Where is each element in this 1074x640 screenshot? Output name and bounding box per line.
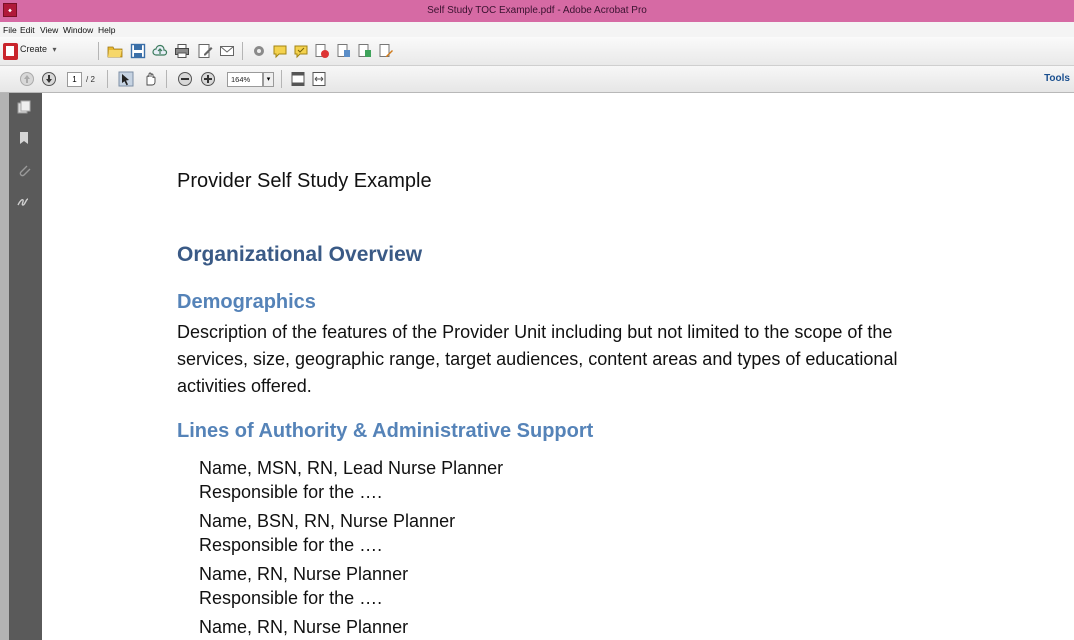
heading-organizational-overview: Organizational Overview xyxy=(177,243,423,266)
staff-entry: Name, RN, Nurse Planner Responsible for … xyxy=(199,562,408,610)
staff-role: Responsible for the …. xyxy=(199,535,383,555)
zoom-dropdown-icon[interactable]: ▾ xyxy=(263,72,274,87)
navigation-pane xyxy=(9,93,42,640)
demographics-paragraph: Description of the features of the Provi… xyxy=(177,319,1017,400)
zoom-out-icon[interactable] xyxy=(177,71,193,87)
next-page-icon[interactable] xyxy=(41,71,57,87)
document-export-icon[interactable] xyxy=(357,43,373,59)
staff-entry: Name, MSN, RN, Lead Nurse Planner Respon… xyxy=(199,456,503,504)
heading-demographics: Demographics xyxy=(177,291,316,313)
staff-name: Name, MSN, RN, Lead Nurse Planner xyxy=(199,458,504,478)
fit-page-icon[interactable] xyxy=(290,71,306,87)
hand-tool-icon[interactable] xyxy=(142,71,158,87)
menu-file[interactable]: File xyxy=(3,25,17,35)
open-folder-icon[interactable] xyxy=(107,43,123,59)
signatures-icon[interactable] xyxy=(17,194,31,208)
title-bar: ⬩ Self Study TOC Example.pdf - Adobe Acr… xyxy=(0,0,1074,22)
toolbar-separator xyxy=(98,42,99,60)
select-tool-icon[interactable] xyxy=(118,71,134,87)
bookmarks-icon[interactable] xyxy=(17,131,31,145)
staff-entry: Name, BSN, RN, Nurse Planner Responsible… xyxy=(199,509,455,557)
menu-bar: File Edit View Window Help xyxy=(0,22,1074,37)
toolbar-separator xyxy=(281,70,282,88)
staff-name: Name, BSN, RN, Nurse Planner xyxy=(199,511,456,531)
save-icon[interactable] xyxy=(130,43,146,59)
cloud-upload-icon[interactable] xyxy=(152,43,168,59)
page-total: / 2 xyxy=(86,75,95,84)
toolbar-separator xyxy=(107,70,108,88)
comment-icon[interactable] xyxy=(272,43,288,59)
paragraph-line: services, size, geographic range, target… xyxy=(177,349,898,369)
paragraph-line: activities offered. xyxy=(177,376,312,396)
page-number-input[interactable]: 1 xyxy=(67,72,82,87)
menu-edit[interactable]: Edit xyxy=(20,25,35,35)
email-icon[interactable] xyxy=(219,43,235,59)
create-pdf-icon[interactable] xyxy=(3,43,18,60)
menu-help[interactable]: Help xyxy=(98,25,115,35)
paragraph-line: Description of the features of the Provi… xyxy=(177,322,893,342)
window-title: Self Study TOC Example.pdf - Adobe Acrob… xyxy=(427,5,647,16)
document-compare-icon[interactable] xyxy=(336,43,352,59)
create-dropdown-icon[interactable]: ▾ xyxy=(53,45,57,54)
heading-lines-of-authority: Lines of Authority & Administrative Supp… xyxy=(177,420,594,442)
zoom-level-input[interactable]: 164% xyxy=(227,72,263,87)
staff-name: Name, RN, Nurse Planner xyxy=(199,564,409,584)
document-edit-icon[interactable] xyxy=(378,43,394,59)
settings-gear-icon[interactable] xyxy=(251,43,267,59)
print-icon[interactable] xyxy=(174,43,190,59)
navigation-toolbar: 1 / 2 164% ▾ Tools xyxy=(0,66,1074,93)
staff-entry: Name, RN, Nurse Planner xyxy=(199,615,408,639)
menu-window[interactable]: Window xyxy=(63,25,93,35)
document-title: Provider Self Study Example xyxy=(177,170,432,192)
staff-role: Responsible for the …. xyxy=(199,588,383,608)
toolbar-separator xyxy=(166,70,167,88)
tools-pane-link[interactable]: Tools xyxy=(1044,73,1070,84)
left-edge-panel xyxy=(0,93,9,640)
attachments-icon[interactable] xyxy=(17,163,31,177)
highlight-icon[interactable] xyxy=(293,43,309,59)
document-view[interactable]: Provider Self Study Example Organization… xyxy=(42,93,1074,640)
staff-role: Responsible for the …. xyxy=(199,482,383,502)
create-label: Create xyxy=(20,44,48,54)
menu-view[interactable]: View xyxy=(40,25,58,35)
page-thumbnails-icon[interactable] xyxy=(17,100,31,114)
edit-document-icon[interactable] xyxy=(197,43,213,59)
fit-width-icon[interactable] xyxy=(311,71,327,87)
previous-page-icon[interactable] xyxy=(19,71,35,87)
create-button[interactable]: Create ▾ xyxy=(20,44,57,60)
zoom-in-icon[interactable] xyxy=(200,71,216,87)
staff-name: Name, RN, Nurse Planner xyxy=(199,617,409,637)
toolbar-separator xyxy=(242,42,243,60)
stamp-icon[interactable] xyxy=(314,43,330,59)
main-toolbar: Create ▾ xyxy=(0,37,1074,66)
